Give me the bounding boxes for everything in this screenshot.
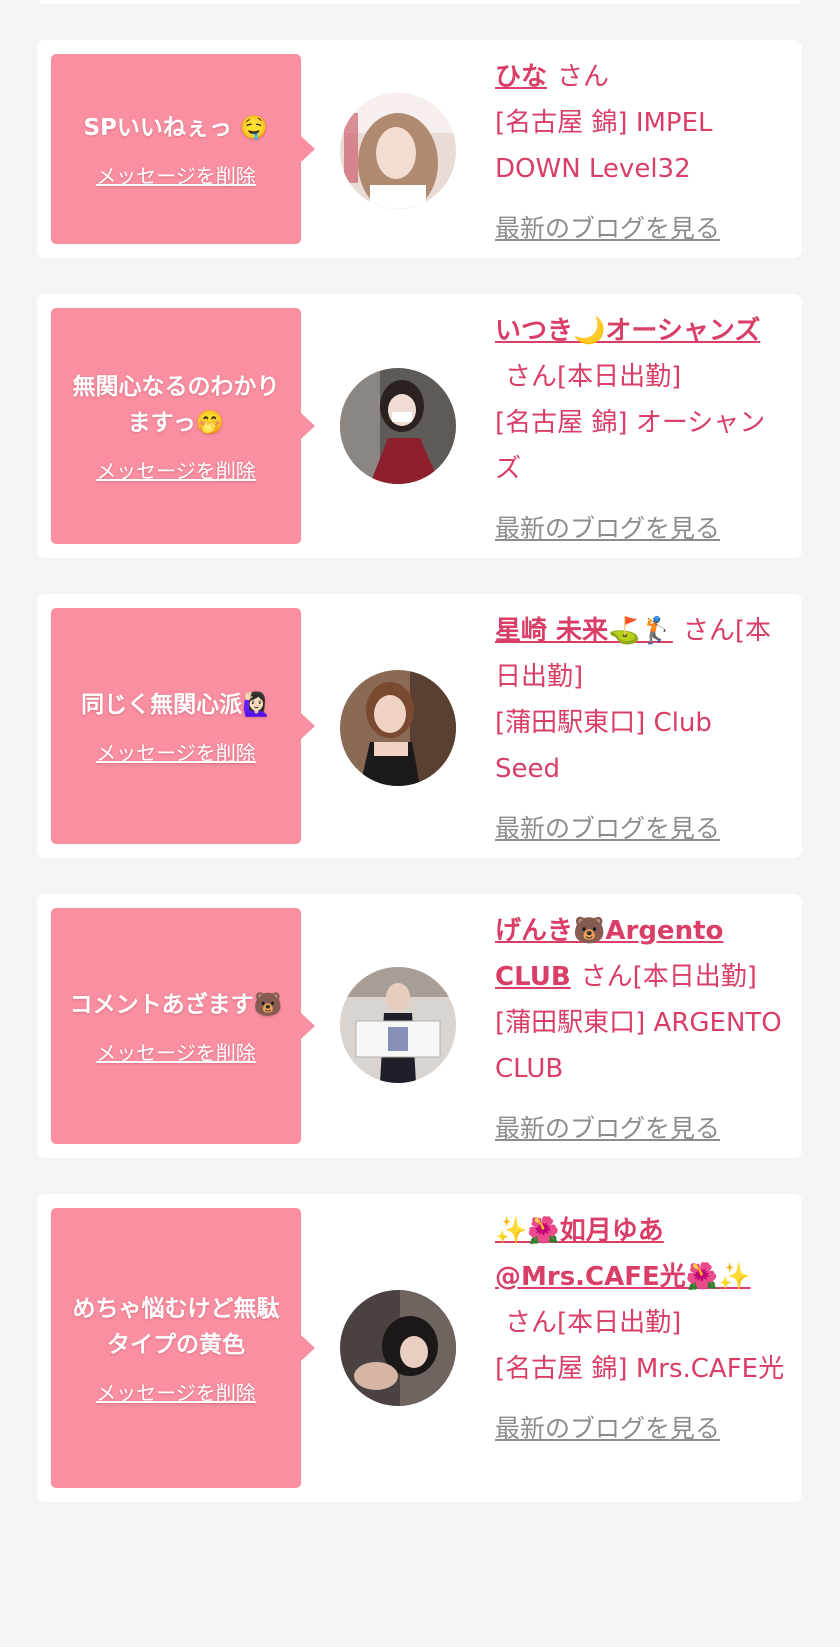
sender-name-link[interactable]: ひな: [495, 62, 547, 92]
sender-info: ✨🌺如月ゆあ@Mrs.CAFE光🌺✨ さん[本日出勤] [名古屋 錦] Mrs.C…: [495, 1208, 785, 1452]
honorific: さん: [557, 62, 610, 92]
top-divider: [40, 0, 800, 4]
message-card: めちゃ悩むけど無駄タイプの黄色 メッセージを削除 ✨🌺如月ゆあ@Mrs.CAFE…: [37, 1194, 802, 1502]
latest-blog-link[interactable]: 最新のブログを見る: [495, 1106, 785, 1152]
sender-info: ひな さん [名古屋 錦] IMPEL DOWN Level32 最新のブログを見…: [495, 54, 785, 252]
avatar[interactable]: [340, 1290, 456, 1406]
shop-text: [名古屋 錦] Mrs.CAFE光: [495, 1354, 785, 1384]
message-text: めちゃ悩むけど無駄タイプの黄色: [72, 1295, 280, 1358]
message-bubble: 同じく無関心派🙋🏻‍♀️ メッセージを削除: [51, 608, 315, 844]
sender-info: いつき🌙オーシャンズさん[本日出勤] [名古屋 錦] オーシャンズ 最新のブログ…: [495, 308, 785, 552]
message-text: SPいいねぇっ 🤤: [83, 114, 269, 141]
honorific: さん[本日出勤]: [580, 962, 757, 992]
avatar-photo: [340, 967, 456, 1083]
shop-text: [蒲田駅東口] Club Seed: [495, 708, 712, 784]
shop-text: [名古屋 錦] オーシャンズ: [495, 408, 766, 484]
avatar[interactable]: [340, 967, 456, 1083]
message-text: 無関心なるのわかりますっ🤭: [72, 373, 280, 436]
message-bubble: 無関心なるのわかりますっ🤭 メッセージを削除: [51, 308, 315, 544]
avatar[interactable]: [340, 670, 456, 786]
latest-blog-link[interactable]: 最新のブログを見る: [495, 806, 785, 852]
avatar-photo: [340, 670, 456, 786]
honorific: さん[本日出勤]: [505, 1308, 682, 1338]
message-bubble: SPいいねぇっ 🤤 メッセージを削除: [51, 54, 315, 244]
sender-info: 星崎 未来⛳🏌️ さん[本日出勤] [蒲田駅東口] Club Seed 最新のブロ…: [495, 608, 785, 852]
honorific: さん[本日出勤]: [505, 362, 682, 392]
sender-name-link[interactable]: ✨🌺如月ゆあ@Mrs.CAFE光🌺✨: [495, 1216, 751, 1292]
sender-name-link[interactable]: いつき🌙オーシャンズ: [495, 316, 760, 346]
delete-message-link[interactable]: メッセージを削除: [96, 160, 256, 189]
latest-blog-link[interactable]: 最新のブログを見る: [495, 1406, 785, 1452]
delete-message-link[interactable]: メッセージを削除: [96, 1377, 256, 1406]
message-text: 同じく無関心派🙋🏻‍♀️: [81, 691, 271, 718]
message-bubble: コメントあざます🐻 メッセージを削除: [51, 908, 315, 1144]
delete-message-link[interactable]: メッセージを削除: [96, 1037, 256, 1066]
delete-message-link[interactable]: メッセージを削除: [96, 737, 256, 766]
avatar[interactable]: [340, 368, 456, 484]
message-card: コメントあざます🐻 メッセージを削除 げんき🐻Argento CLUB さん[本日…: [37, 894, 802, 1158]
avatar-photo: [340, 368, 456, 484]
message-card: SPいいねぇっ 🤤 メッセージを削除 ひな さん [名古屋 錦] IMPEL DO…: [37, 40, 802, 258]
message-text: コメントあざます🐻: [69, 991, 283, 1018]
message-card: 同じく無関心派🙋🏻‍♀️ メッセージを削除 星崎 未来⛳🏌️ さん[本日出勤] […: [37, 594, 802, 858]
message-card: 無関心なるのわかりますっ🤭 メッセージを削除 いつき🌙オーシャンズさん[本日出勤…: [37, 294, 802, 558]
sender-name-link[interactable]: 星崎 未来⛳🏌️: [495, 616, 673, 646]
shop-text: [蒲田駅東口] ARGENTO CLUB: [495, 1008, 782, 1084]
avatar-photo: [340, 93, 456, 209]
shop-text: [名古屋 錦] IMPEL DOWN Level32: [495, 108, 713, 184]
sender-info: げんき🐻Argento CLUB さん[本日出勤] [蒲田駅東口] ARGENTO…: [495, 908, 785, 1152]
avatar-photo: [340, 1290, 456, 1406]
latest-blog-link[interactable]: 最新のブログを見る: [495, 506, 785, 552]
latest-blog-link[interactable]: 最新のブログを見る: [495, 206, 785, 252]
avatar[interactable]: [340, 93, 456, 209]
delete-message-link[interactable]: メッセージを削除: [96, 455, 256, 484]
message-bubble: めちゃ悩むけど無駄タイプの黄色 メッセージを削除: [51, 1208, 315, 1488]
